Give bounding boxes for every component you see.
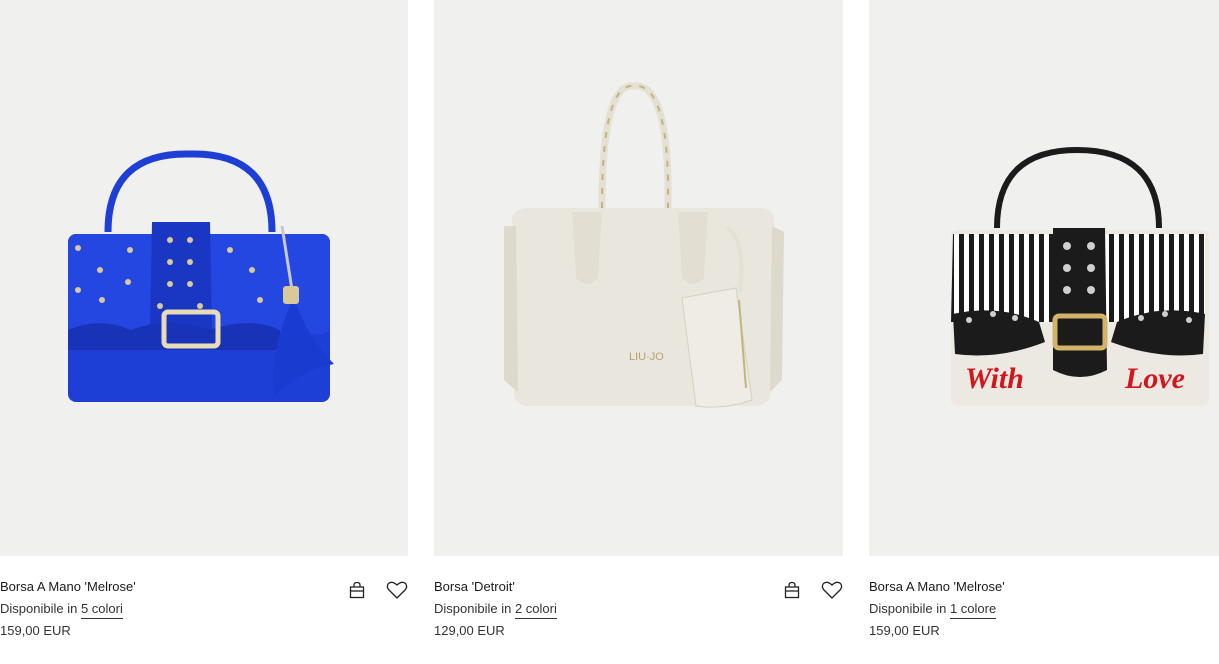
availability-text: Disponibile in 1 colore [869,601,997,619]
product-name[interactable]: Borsa A Mano 'Melrose' [0,579,136,595]
product-price: 129,00 EUR [434,623,505,638]
cream-handbag-image: LIU·JO [504,82,784,408]
product-image[interactable] [0,0,408,556]
heart-icon [821,581,843,599]
product-price: 159,00 EUR [869,623,940,638]
striped-handbag-image: With Love [951,146,1209,406]
bag-icon [349,581,365,599]
svg-text:Love: Love [1124,362,1185,395]
product-actions [346,579,408,601]
product-name[interactable]: Borsa 'Detroit' [434,579,515,595]
product-actions [781,579,843,601]
product-image[interactable]: With Love [869,0,1219,556]
add-to-bag-button[interactable] [346,579,368,601]
heart-icon [386,581,408,599]
bag-icon [784,581,800,599]
wishlist-button[interactable] [821,579,843,601]
availability-prefix: Disponibile in [869,601,947,616]
product-name[interactable]: Borsa A Mano 'Melrose' [869,579,1005,595]
colors-link[interactable]: 2 colori [514,601,557,619]
product-card[interactable]: LIU·JO Borsa 'Detroit' Disponibile in 2 … [434,0,843,664]
product-card[interactable]: Borsa A Mano 'Melrose' Disponibile in 5 … [0,0,408,664]
add-to-bag-button[interactable] [781,579,803,601]
availability-prefix: Disponibile in [434,601,512,616]
colors-link[interactable]: 1 colore [949,601,997,619]
product-price: 159,00 EUR [0,623,71,638]
svg-text:With: With [965,362,1024,395]
blue-handbag-image [68,150,334,402]
product-card[interactable]: With Love Borsa A Mano 'Melrose' Disponi… [869,0,1219,664]
svg-text:LIU·JO: LIU·JO [629,351,664,363]
availability-text: Disponibile in 2 colori [434,601,557,619]
availability-prefix: Disponibile in [0,601,78,616]
wishlist-button[interactable] [386,579,408,601]
product-image[interactable]: LIU·JO [434,0,843,556]
availability-text: Disponibile in 5 colori [0,601,123,619]
colors-link[interactable]: 5 colori [80,601,123,619]
